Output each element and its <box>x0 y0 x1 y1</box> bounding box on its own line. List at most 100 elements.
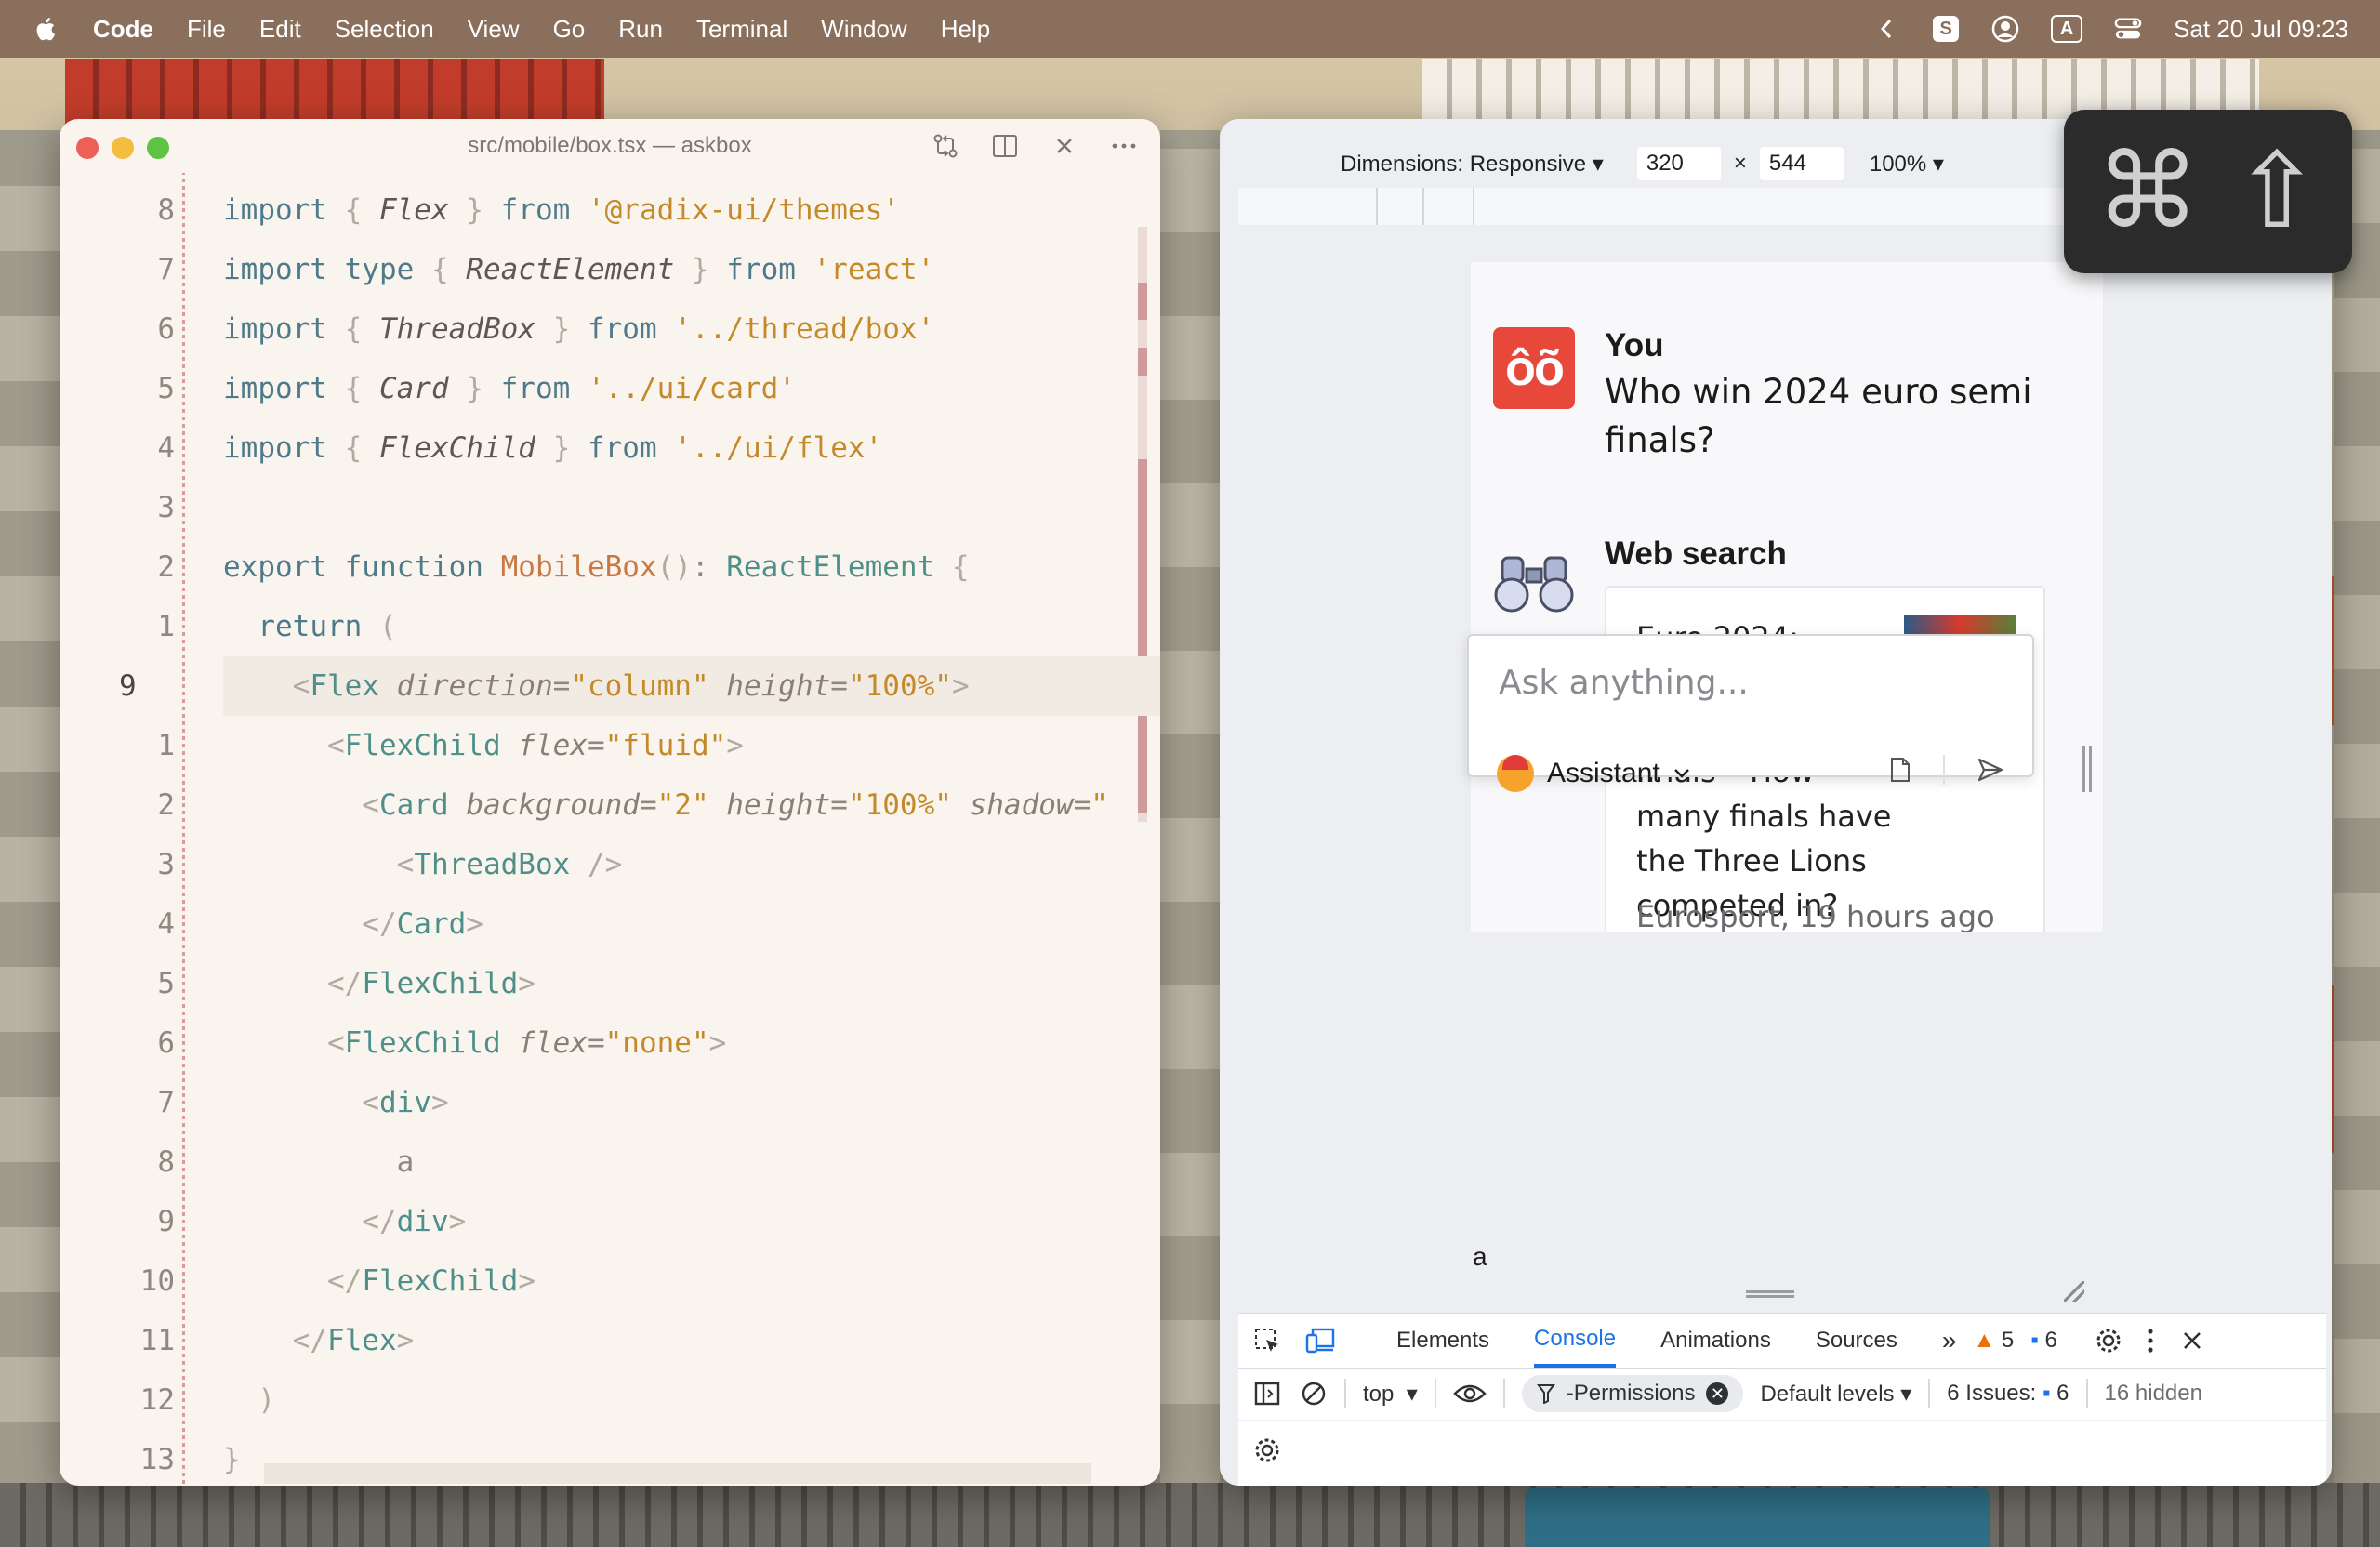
minimize-window-button[interactable] <box>112 137 134 159</box>
code-line[interactable]: 4 </Card> <box>60 894 1160 954</box>
console-filter[interactable]: -Permissions ✕ <box>1521 1375 1744 1412</box>
code-token: from <box>587 431 675 465</box>
code-line[interactable]: 2 <Card background="2" height="100%" sha… <box>60 775 1160 835</box>
clear-filter-icon[interactable]: ✕ <box>1706 1382 1729 1405</box>
live-expression-eye-icon[interactable] <box>1453 1382 1487 1405</box>
device-toggle-icon[interactable] <box>1305 1327 1337 1355</box>
resize-handle-bottom[interactable] <box>1746 1290 1794 1298</box>
code-text: </FlexChild> <box>223 1251 536 1311</box>
code-token: } <box>223 1443 241 1476</box>
chat-composer[interactable]: Ask anything... Assistant <box>1467 634 2034 792</box>
code-token: </ <box>223 967 363 1000</box>
code-token: > <box>396 1324 415 1357</box>
apple-icon[interactable] <box>33 16 56 42</box>
code-line[interactable]: 3 <ThreadBox /> <box>60 835 1160 894</box>
dimensions-dropdown[interactable]: Dimensions: Responsive ▾ <box>1341 151 1604 178</box>
menu-window[interactable]: Window <box>821 15 906 44</box>
code-token: { <box>344 431 379 465</box>
close-editor-icon[interactable] <box>1049 130 1080 162</box>
ruler-marker <box>1422 188 1424 225</box>
issues-button[interactable]: 6 Issues: ▪ 6 <box>1947 1381 2069 1407</box>
more-actions-icon[interactable] <box>1108 130 1140 162</box>
attach-file-icon[interactable] <box>1889 757 1911 783</box>
menu-go[interactable]: Go <box>553 15 586 44</box>
viewport-height-input[interactable]: 544 <box>1759 147 1844 180</box>
devtools-settings-icon[interactable] <box>2095 1327 2122 1355</box>
maximize-window-button[interactable] <box>147 137 169 159</box>
code-line[interactable]: 5 </FlexChild> <box>60 954 1160 1013</box>
menu-help[interactable]: Help <box>941 15 990 44</box>
code-line[interactable]: 6 import { ThreadBox } from '../thread/bo… <box>60 299 1160 359</box>
menu-run[interactable]: Run <box>618 15 663 44</box>
source-control-compare-icon[interactable] <box>930 130 961 162</box>
context-selector[interactable]: top ▾ <box>1363 1381 1418 1408</box>
zoom-dropdown[interactable]: 100% ▾ <box>1870 151 1944 178</box>
code-line[interactable]: 7 <div> <box>60 1073 1160 1132</box>
messages-badge[interactable]: ▪ 6 <box>2030 1328 2057 1354</box>
console-settings-icon[interactable] <box>1253 1436 1281 1464</box>
more-tabs-icon[interactable]: » <box>1942 1326 1957 1355</box>
menu-view[interactable]: View <box>468 15 520 44</box>
code-line[interactable]: 3 <box>60 478 1160 537</box>
console-toolbar: top ▾ -Permissions ✕ Default levels ▾ 6 … <box>1238 1368 2326 1421</box>
close-devtools-icon[interactable] <box>2182 1330 2202 1351</box>
code-line[interactable]: 7 import type { ReactElement } from 'reac… <box>60 240 1160 299</box>
tab-console[interactable]: Console <box>1534 1314 1617 1368</box>
binoculars-icon <box>1494 556 1574 613</box>
chevron-down-icon <box>1673 769 1689 778</box>
assistant-selector[interactable]: Assistant <box>1497 755 1690 792</box>
issues-count: 6 <box>2056 1381 2069 1406</box>
code-line[interactable]: 9 </div> <box>60 1192 1160 1251</box>
code-line[interactable]: 10 </FlexChild> <box>60 1251 1160 1311</box>
wallpaper-stones-middle <box>1160 130 1220 1488</box>
clear-console-icon[interactable] <box>1300 1380 1328 1408</box>
inspect-element-icon[interactable] <box>1253 1327 1281 1355</box>
control-center-icon[interactable] <box>2114 15 2142 43</box>
log-levels-dropdown[interactable]: Default levels ▾ <box>1760 1381 1911 1408</box>
code-line[interactable]: 1 <FlexChild flex="fluid"> <box>60 716 1160 775</box>
tab-sources[interactable]: Sources <box>1816 1314 1897 1368</box>
code-line[interactable]: 6 <FlexChild flex="none"> <box>60 1013 1160 1073</box>
menubar-clock[interactable]: Sat 20 Jul 09:23 <box>2174 15 2348 44</box>
sidebar-toggle-icon[interactable] <box>1253 1380 1281 1408</box>
line-number: 4 <box>157 907 175 941</box>
code-line[interactable]: 1 return ( <box>60 597 1160 656</box>
code-line[interactable]: 12 ) <box>60 1370 1160 1430</box>
code-line[interactable]: 13} <box>60 1430 1160 1486</box>
code-line[interactable]: 9 <Flex direction="column" height="100%"… <box>119 656 1160 716</box>
code-line[interactable]: 8 a <box>60 1132 1160 1192</box>
menu-edit[interactable]: Edit <box>259 15 301 44</box>
send-icon[interactable] <box>1977 757 2004 783</box>
devtools-menu-icon[interactable] <box>2147 1328 2154 1354</box>
resize-handle-corner[interactable] <box>2064 1281 2084 1302</box>
viewport-width-input[interactable]: 320 <box>1636 147 1721 180</box>
menu-selection[interactable]: Selection <box>335 15 434 44</box>
code-line[interactable]: 2 export function MobileBox(): ReactEleme… <box>60 537 1160 597</box>
code-area[interactable]: 8 import { Flex } from '@radix-ui/themes'… <box>60 173 1160 1486</box>
chat-input[interactable]: Ask anything... <box>1499 664 1749 702</box>
split-editor-icon[interactable] <box>989 130 1021 162</box>
code-text: </div> <box>223 1192 466 1251</box>
code-line[interactable]: 11 </Flex> <box>60 1311 1160 1370</box>
issues-icon: ▪ <box>2042 1381 2051 1406</box>
chevron-left-icon[interactable] <box>1872 15 1900 43</box>
user-account-icon[interactable] <box>1991 15 2019 43</box>
web-search-title: Web search <box>1605 536 1787 572</box>
menu-file[interactable]: File <box>187 15 226 44</box>
menu-app-name[interactable]: Code <box>93 15 153 44</box>
menu-terminal[interactable]: Terminal <box>696 15 787 44</box>
code-line[interactable]: 4 import { FlexChild } from '../ui/flex' <box>60 418 1160 478</box>
code-token: Card <box>378 372 449 405</box>
s-app-icon[interactable]: S <box>1932 15 1960 43</box>
resize-handle-side[interactable] <box>2082 746 2092 792</box>
close-window-button[interactable] <box>76 137 99 159</box>
warnings-badge[interactable]: ▲ 5 <box>1973 1328 2014 1354</box>
code-token: ) <box>223 1383 275 1417</box>
tab-animations[interactable]: Animations <box>1660 1314 1771 1368</box>
tab-elements[interactable]: Elements <box>1396 1314 1489 1368</box>
input-source-indicator[interactable]: A <box>2051 15 2083 43</box>
ruler-marker <box>1376 188 1378 225</box>
code-line[interactable]: 5 import { Card } from '../ui/card' <box>60 359 1160 418</box>
code-token: = <box>587 729 605 762</box>
code-line[interactable]: 8 import { Flex } from '@radix-ui/themes' <box>60 180 1160 240</box>
